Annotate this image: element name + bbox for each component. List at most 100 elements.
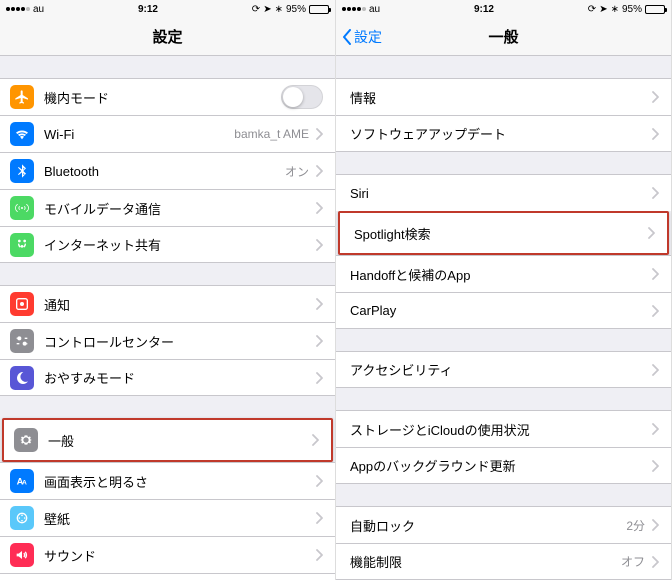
row-label: おやすみモード [44, 368, 315, 387]
wallpaper-icon [10, 506, 34, 530]
airplane-icon [10, 85, 34, 109]
settings-row[interactable]: 自動ロック2分 [336, 506, 671, 543]
toggle-switch[interactable] [281, 85, 323, 109]
row-label: モバイルデータ通信 [44, 199, 315, 218]
row-label: Appのバックグラウンド更新 [350, 456, 651, 475]
gear-icon [14, 428, 38, 452]
settings-row[interactable]: CarPlay [336, 292, 671, 329]
row-label: Bluetooth [44, 164, 285, 179]
row-label: 通知 [44, 295, 315, 314]
settings-row[interactable]: AA画面表示と明るさ [0, 462, 335, 499]
cellular-icon [10, 196, 34, 220]
settings-row[interactable]: 壁紙 [0, 499, 335, 536]
row-label: 情報 [350, 88, 651, 107]
wifi-icon [10, 122, 34, 146]
back-label: 設定 [354, 27, 382, 47]
chevron-right-icon [651, 460, 659, 472]
settings-row[interactable]: Touch IDとパスコード [0, 573, 335, 580]
settings-list[interactable]: 機内モードWi-Fibamka_t AMEBluetoothオンモバイルデータ通… [0, 56, 335, 580]
settings-row[interactable]: サウンド [0, 536, 335, 573]
settings-row[interactable]: コントロールセンター [0, 322, 335, 359]
settings-row[interactable]: おやすみモード [0, 359, 335, 396]
row-label: 一般 [48, 431, 311, 450]
settings-row[interactable]: Spotlight検索 [340, 213, 667, 253]
moon-icon [10, 366, 34, 390]
settings-row[interactable]: Wi-Fibamka_t AME [0, 115, 335, 152]
chevron-right-icon [651, 519, 659, 531]
page-title: 一般 [488, 26, 518, 47]
chevron-right-icon [315, 372, 323, 384]
chevron-right-icon [651, 423, 659, 435]
settings-group: 通知コントロールセンターおやすみモード [0, 285, 335, 396]
carrier-label: au [369, 4, 380, 15]
chevron-right-icon [315, 165, 323, 177]
row-label: コントロールセンター [44, 332, 315, 351]
bluetooth-status-icon: ∗ [275, 4, 283, 15]
chevron-right-icon [651, 556, 659, 568]
location-icon: ➤ [599, 4, 607, 15]
settings-row[interactable]: Bluetoothオン [0, 152, 335, 189]
back-button[interactable]: 設定 [342, 27, 382, 47]
settings-row[interactable]: Handoffと候補のApp [336, 255, 671, 292]
bluetooth-status-icon: ∗ [611, 4, 619, 15]
chevron-right-icon [315, 549, 323, 561]
highlighted-row: Spotlight検索 [338, 211, 669, 255]
status-bar: au 9:12 ⟳ ➤ ∗ 95% [0, 0, 335, 18]
row-label: インターネット共有 [44, 235, 315, 254]
row-detail: オン [285, 163, 309, 180]
row-label: 自動ロック [350, 516, 626, 535]
settings-row[interactable]: Appのバックグラウンド更新 [336, 447, 671, 484]
row-label: Spotlight検索 [354, 224, 647, 243]
rotation-lock-icon: ⟳ [588, 4, 596, 15]
settings-group: アクセシビリティ [336, 351, 671, 388]
status-bar: au 9:12 ⟳ ➤ ∗ 95% [336, 0, 671, 18]
location-icon: ➤ [263, 4, 271, 15]
settings-group: 自動ロック2分機能制限オフ [336, 506, 671, 580]
row-label: Siri [350, 186, 651, 201]
settings-row[interactable]: 機内モード [0, 78, 335, 115]
notification-icon [10, 292, 34, 316]
chevron-right-icon [315, 475, 323, 487]
highlighted-row: 一般 [2, 418, 333, 462]
row-label: アクセシビリティ [350, 360, 651, 379]
settings-group: 一般 AA画面表示と明るさ壁紙サウンドTouch IDとパスコード [0, 418, 335, 580]
sound-icon [10, 543, 34, 567]
settings-row[interactable]: 機能制限オフ [336, 543, 671, 580]
clock: 9:12 [138, 4, 158, 15]
chevron-right-icon [651, 305, 659, 317]
chevron-right-icon [315, 128, 323, 140]
chevron-right-icon [647, 227, 655, 239]
chevron-right-icon [311, 434, 319, 446]
settings-row[interactable]: 通知 [0, 285, 335, 322]
general-list[interactable]: 情報ソフトウェアアップデート Siri Spotlight検索 Handoffと候補の… [336, 56, 671, 580]
chevron-right-icon [651, 128, 659, 140]
row-label: ソフトウェアアップデート [350, 124, 651, 143]
settings-row[interactable]: モバイルデータ通信 [0, 189, 335, 226]
battery-pct: 95% [622, 4, 642, 15]
row-detail: 2分 [626, 517, 645, 534]
settings-row[interactable]: 情報 [336, 78, 671, 115]
carrier-label: au [33, 4, 44, 15]
settings-row[interactable]: Siri [336, 174, 671, 211]
settings-group: Siri Spotlight検索 Handoffと候補のApp CarPlay [336, 174, 671, 329]
control-center-icon [10, 329, 34, 353]
page-title: 設定 [152, 26, 182, 47]
settings-group: 機内モードWi-Fibamka_t AMEBluetoothオンモバイルデータ通… [0, 78, 335, 263]
settings-row[interactable]: アクセシビリティ [336, 351, 671, 388]
clock: 9:12 [474, 4, 494, 15]
row-label: CarPlay [350, 303, 651, 318]
row-label: 機内モード [44, 88, 281, 107]
signal-dots [6, 7, 30, 11]
settings-group: 情報ソフトウェアアップデート [336, 78, 671, 152]
row-label: 機能制限 [350, 552, 621, 571]
settings-row[interactable]: 一般 [4, 420, 331, 460]
row-label: 壁紙 [44, 509, 315, 528]
chevron-right-icon [651, 91, 659, 103]
settings-row[interactable]: インターネット共有 [0, 226, 335, 263]
settings-row[interactable]: ソフトウェアアップデート [336, 115, 671, 152]
chevron-right-icon [651, 187, 659, 199]
settings-row[interactable]: ストレージとiCloudの使用状況 [336, 410, 671, 447]
svg-text:A: A [22, 479, 27, 486]
chevron-right-icon [315, 202, 323, 214]
chevron-right-icon [315, 512, 323, 524]
